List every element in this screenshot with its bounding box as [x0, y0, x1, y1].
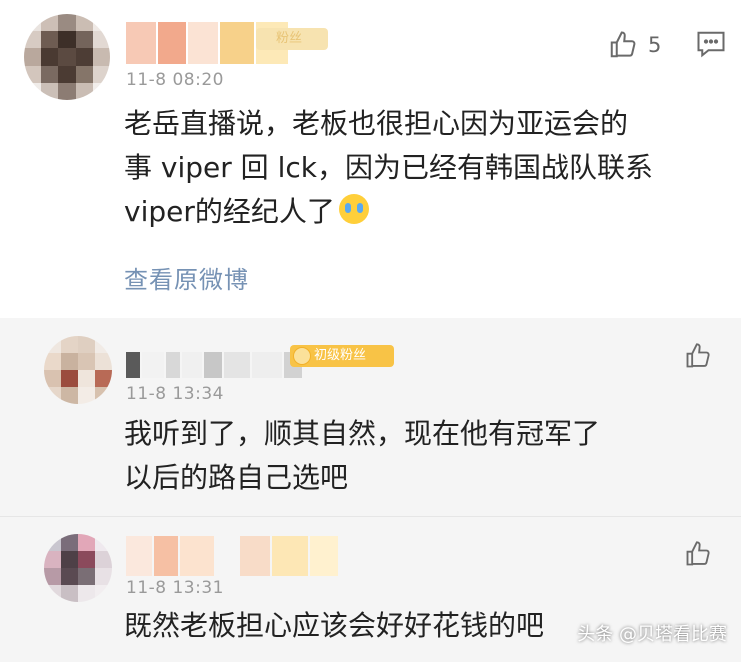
comment-time: 11-8 13:31: [126, 578, 224, 598]
crying-face-icon: [338, 194, 369, 224]
like-count: 5: [648, 33, 662, 57]
comment-time: 11-8 13:34: [126, 384, 224, 404]
user-avatar-3[interactable]: [44, 534, 112, 602]
watermark: 头条 @贝塔看比赛: [577, 624, 727, 645]
user-avatar-1[interactable]: [24, 14, 110, 100]
username-blurred[interactable]: [126, 352, 302, 378]
view-original-link[interactable]: 查看原微博: [124, 260, 249, 295]
comment-text: 我听到了，顺其自然，现在他有冠军了 以后的路自己选吧: [124, 417, 601, 494]
fan-badge: 粉丝: [256, 28, 328, 50]
like-button[interactable]: 5: [608, 30, 661, 60]
user-avatar-2[interactable]: [44, 336, 112, 404]
fan-badge: 初级粉丝: [290, 345, 394, 367]
thumbs-up-icon[interactable]: [684, 540, 712, 568]
username-blurred[interactable]: [126, 536, 338, 576]
diamond-icon: [293, 347, 311, 365]
comment-text: 老岳直播说，老板也很担心因为亚运会的 事 viper 回 lck，因为已经有韩国…: [124, 107, 653, 228]
comment-1: 粉丝 11-8 08:20 老岳直播说，老板也很担心因为亚运会的 事 viper…: [0, 0, 741, 318]
thumbs-up-icon[interactable]: [684, 342, 712, 370]
reply-comment-icon[interactable]: [696, 30, 726, 58]
thumbs-up-icon: [610, 31, 636, 58]
comment-time: 11-8 08:20: [126, 70, 224, 90]
comment-text: 既然老板担心应该会好好花钱的吧: [124, 609, 545, 642]
